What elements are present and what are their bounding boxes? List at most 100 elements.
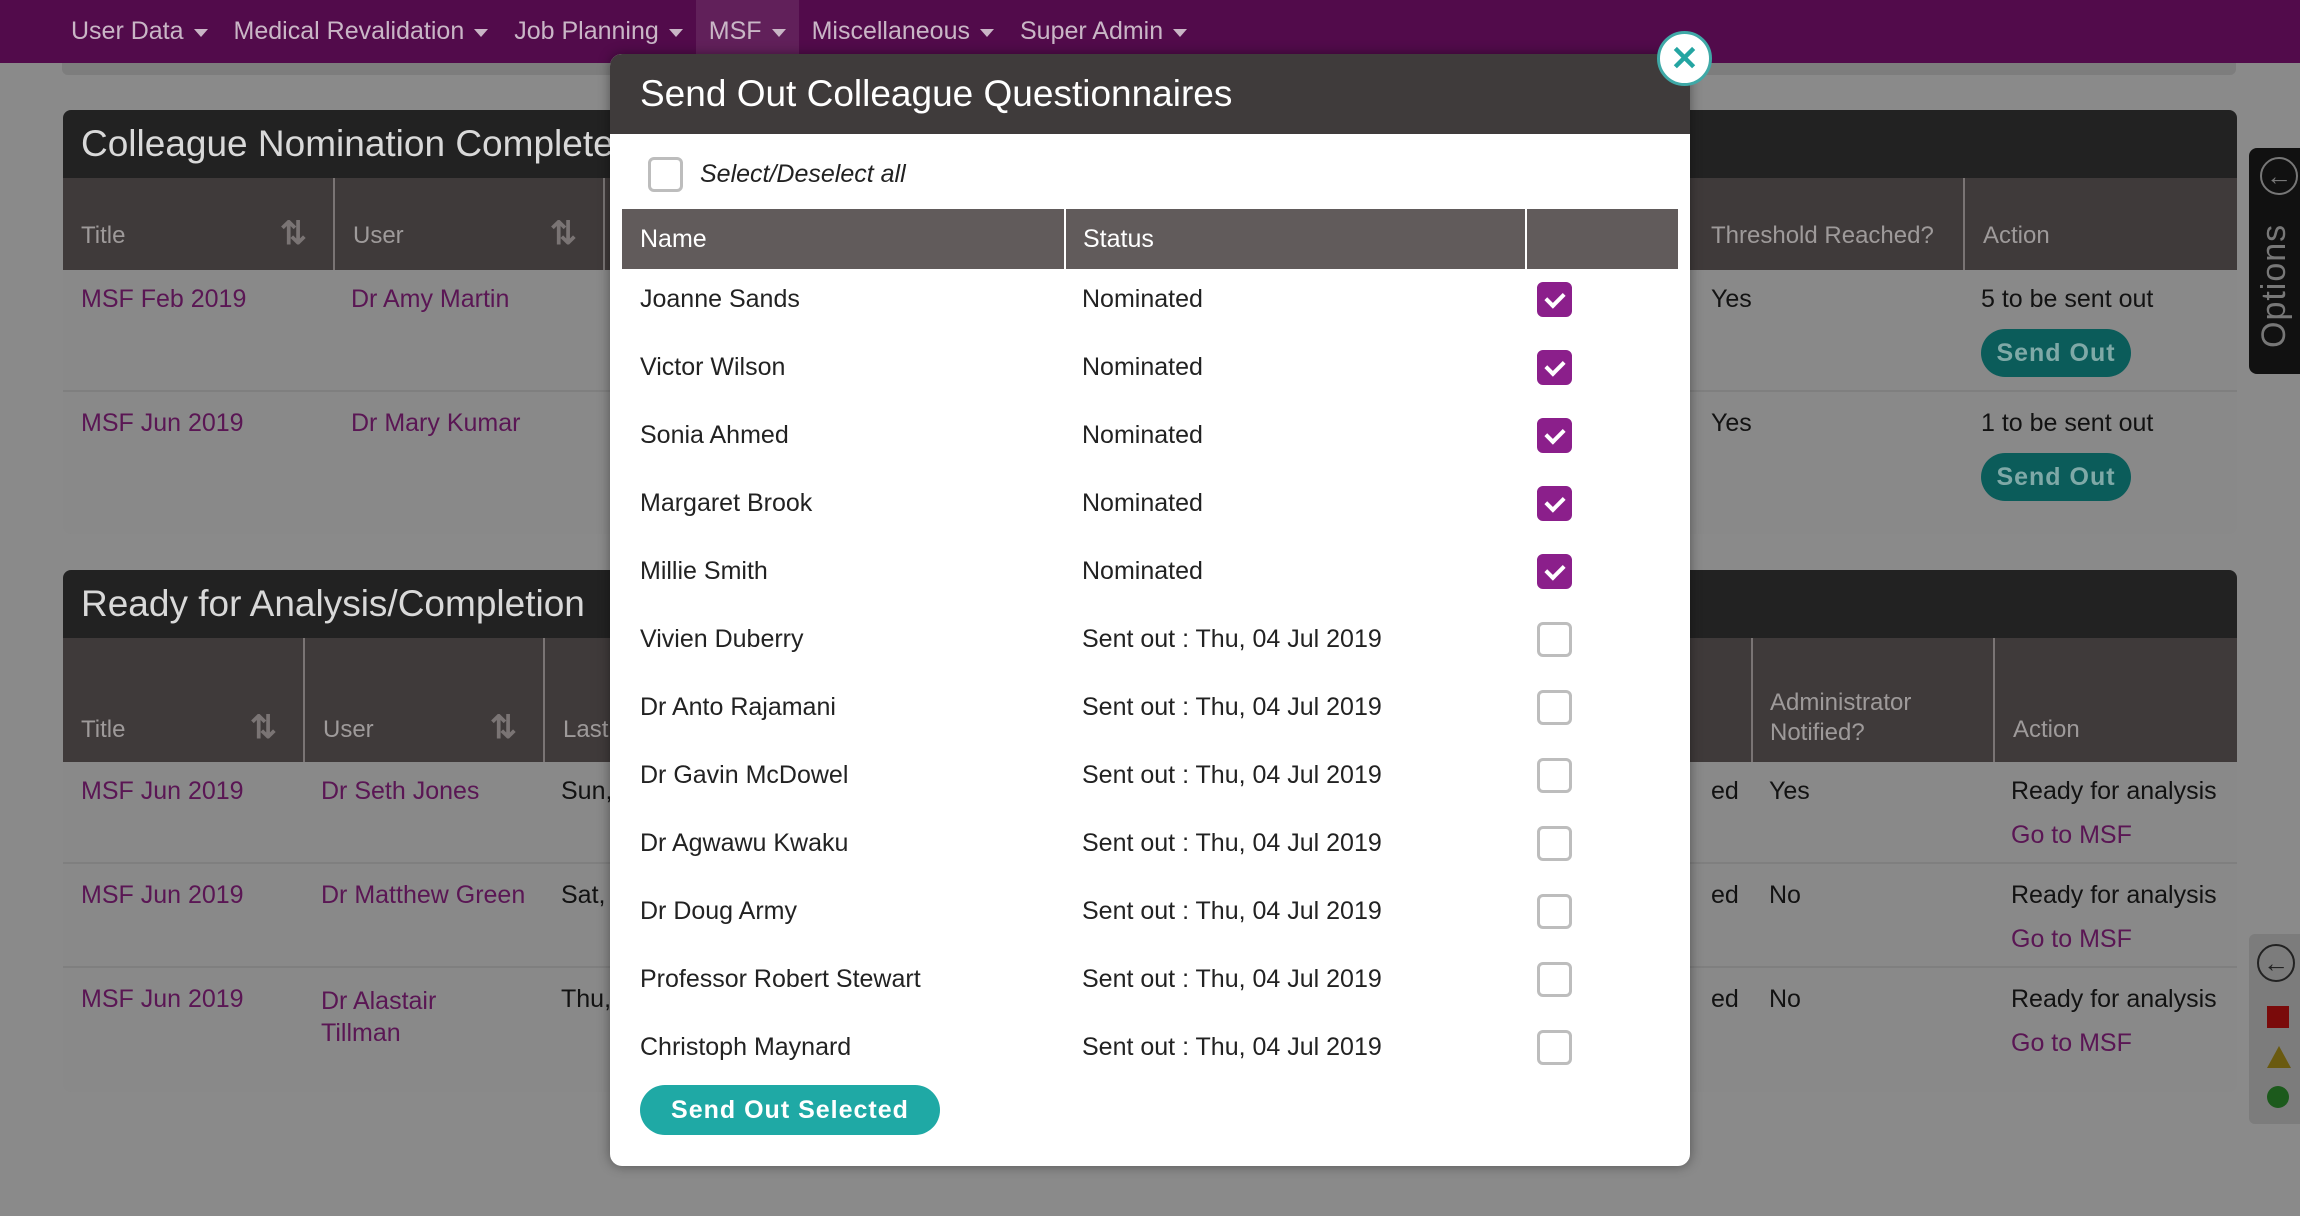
- col-divider: [1963, 178, 1965, 270]
- row-checkbox[interactable]: [1537, 486, 1572, 521]
- row-status: Sent out : Thu, 04 Jul 2019: [1082, 1033, 1382, 1061]
- nav-label: MSF: [708, 17, 762, 45]
- row-status: Nominated: [1082, 557, 1203, 585]
- row-action-text: Ready for analysis: [2011, 777, 2217, 805]
- row-name: Christoph Maynard: [640, 1033, 852, 1061]
- send-out-button[interactable]: Send Out: [1981, 329, 2131, 377]
- col-action: Action: [1983, 222, 2050, 249]
- row-status: Nominated: [1082, 489, 1203, 517]
- select-all-row[interactable]: Select/Deselect all: [648, 157, 906, 192]
- close-icon[interactable]: ✕: [1657, 31, 1712, 86]
- row-checkbox[interactable]: [1537, 962, 1572, 997]
- col-action: Action: [2013, 716, 2080, 743]
- row-notified: No: [1769, 881, 1801, 909]
- send-out-selected-button[interactable]: Send Out Selected: [640, 1085, 940, 1135]
- sort-icon[interactable]: ⇅: [490, 708, 517, 746]
- row-checkbox[interactable]: [1537, 758, 1572, 793]
- go-to-msf-link[interactable]: Go to MSF: [2011, 1029, 2132, 1058]
- row-status: Sent out : Thu, 04 Jul 2019: [1082, 965, 1382, 993]
- table-row: Dr Agwawu Kwaku Sent out : Thu, 04 Jul 20…: [622, 813, 1678, 881]
- col-title: Title: [81, 222, 126, 249]
- nav-user-data[interactable]: User Data: [58, 0, 221, 63]
- col-title: Title: [81, 716, 126, 743]
- col-divider: [303, 638, 305, 762]
- row-checkbox[interactable]: [1537, 690, 1572, 725]
- success-icon[interactable]: [2267, 1086, 2289, 1108]
- row-name: Dr Doug Army: [640, 897, 797, 925]
- col-divider: [1525, 209, 1527, 269]
- row-name: Dr Anto Rajamani: [640, 693, 836, 721]
- row-last: Sat,: [561, 881, 606, 909]
- table-body: Joanne Sands Nominated Victor Wilson Nomin…: [622, 269, 1678, 1085]
- row-checkbox[interactable]: [1537, 826, 1572, 861]
- select-all-checkbox[interactable]: [648, 157, 683, 192]
- row-checkbox[interactable]: [1537, 350, 1572, 385]
- sort-icon[interactable]: ⇅: [250, 708, 277, 746]
- send-out-button[interactable]: Send Out: [1981, 453, 2131, 501]
- row-user-link[interactable]: Dr Amy Martin: [351, 285, 509, 314]
- row-action-text: 1 to be sent out: [1981, 409, 2154, 437]
- row-name: Margaret Brook: [640, 489, 813, 517]
- row-checkbox[interactable]: [1537, 282, 1572, 317]
- nav-label: Super Admin: [1020, 17, 1164, 45]
- options-tab[interactable]: ← Options: [2249, 148, 2300, 374]
- row-status: Sent out : Thu, 04 Jul 2019: [1082, 897, 1382, 925]
- side-alerts-strip: ←: [2249, 934, 2300, 1124]
- caret-down-icon: [474, 28, 489, 37]
- modal-title: Send Out Colleague Questionnaires: [610, 54, 1690, 134]
- row-name: Millie Smith: [640, 557, 768, 585]
- row-status: Sent out : Thu, 04 Jul 2019: [1082, 693, 1382, 721]
- row-checkbox[interactable]: [1537, 894, 1572, 929]
- nav-medical-revalidation[interactable]: Medical Revalidation: [221, 0, 502, 63]
- col-divider: [1064, 209, 1066, 269]
- row-status: Sent out : Thu, 04 Jul 2019: [1082, 625, 1382, 653]
- warning-icon[interactable]: [2267, 1046, 2291, 1068]
- sort-icon[interactable]: ⇅: [550, 214, 577, 252]
- row-checkbox[interactable]: [1537, 418, 1572, 453]
- go-to-msf-link[interactable]: Go to MSF: [2011, 821, 2132, 850]
- row-user-link[interactable]: Dr Matthew Green: [321, 881, 525, 910]
- table-row: Victor Wilson Nominated: [622, 337, 1678, 405]
- table-row: Vivien Duberry Sent out : Thu, 04 Jul 201…: [622, 609, 1678, 677]
- row-user-link[interactable]: Dr Seth Jones: [321, 777, 479, 806]
- row-user-link[interactable]: Dr Alastair Tillman: [321, 985, 471, 1049]
- arrow-left-icon[interactable]: ←: [2260, 157, 2298, 195]
- sort-icon[interactable]: ⇅: [280, 214, 307, 252]
- nav-label: Medical Revalidation: [233, 17, 465, 45]
- error-icon[interactable]: [2267, 1006, 2289, 1028]
- table-row: Dr Doug Army Sent out : Thu, 04 Jul 2019: [622, 881, 1678, 949]
- row-user-link[interactable]: Dr Mary Kumar: [351, 409, 520, 438]
- table-header: Name Status: [622, 209, 1678, 269]
- table-row: Dr Gavin McDowel Sent out : Thu, 04 Jul 2…: [622, 745, 1678, 813]
- row-title-link[interactable]: MSF Jun 2019: [81, 985, 244, 1014]
- row-checkbox[interactable]: [1537, 1030, 1572, 1065]
- row-last: Sun,: [561, 777, 613, 805]
- table-row: Professor Robert Stewart Sent out : Thu, …: [622, 949, 1678, 1017]
- row-last: Thu,: [561, 985, 612, 1013]
- row-checkbox[interactable]: [1537, 622, 1572, 657]
- col-admin-notified: Administrator Notified?: [1770, 689, 1912, 746]
- row-title-link[interactable]: MSF Feb 2019: [81, 285, 246, 314]
- row-notified: Yes: [1769, 777, 1810, 805]
- row-name: Dr Gavin McDowel: [640, 761, 849, 789]
- row-status: Sent out : Thu, 04 Jul 2019: [1082, 761, 1382, 789]
- row-title-link[interactable]: MSF Jun 2019: [81, 881, 244, 910]
- table-row: Dr Anto Rajamani Sent out : Thu, 04 Jul 2…: [622, 677, 1678, 745]
- nav-label: Miscellaneous: [811, 17, 970, 45]
- row-title-link[interactable]: MSF Jun 2019: [81, 777, 244, 806]
- row-checkbox[interactable]: [1537, 554, 1572, 589]
- select-all-label: Select/Deselect all: [700, 160, 906, 188]
- caret-down-icon: [771, 28, 786, 37]
- col-divider: [1751, 638, 1753, 762]
- col-divider: [543, 638, 545, 762]
- caret-down-icon: [1173, 28, 1188, 37]
- row-action-text: Ready for analysis: [2011, 881, 2217, 909]
- row-action-text: Ready for analysis: [2011, 985, 2217, 1013]
- go-to-msf-link[interactable]: Go to MSF: [2011, 925, 2132, 954]
- col-name: Name: [640, 224, 707, 253]
- nav-label: User Data: [71, 17, 184, 45]
- row-name: Professor Robert Stewart: [640, 965, 921, 993]
- arrow-left-icon[interactable]: ←: [2257, 944, 2295, 982]
- row-title-link[interactable]: MSF Jun 2019: [81, 409, 244, 438]
- col-divider: [1993, 638, 1995, 762]
